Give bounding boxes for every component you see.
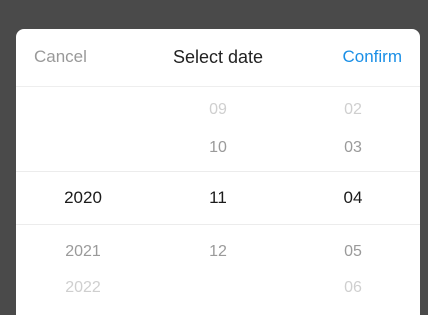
confirm-button[interactable]: Confirm bbox=[342, 47, 402, 67]
month-option-selected[interactable]: 11 bbox=[151, 188, 285, 208]
month-option[interactable]: 12 bbox=[151, 242, 285, 262]
day-option[interactable]: 05 bbox=[286, 242, 420, 262]
day-option[interactable]: 02 bbox=[286, 100, 420, 120]
year-option-selected[interactable]: 2020 bbox=[16, 188, 150, 208]
day-option[interactable]: 06 bbox=[286, 278, 420, 298]
month-option[interactable]: 09 bbox=[151, 100, 285, 120]
picker-header: Cancel Select date Confirm bbox=[16, 29, 420, 87]
month-wheel[interactable]: 09 10 11 12 bbox=[151, 87, 285, 315]
month-option[interactable]: 10 bbox=[151, 138, 285, 158]
day-option-selected[interactable]: 04 bbox=[286, 188, 420, 208]
year-option[interactable]: 2021 bbox=[16, 242, 150, 262]
day-wheel[interactable]: 02 03 04 05 06 bbox=[286, 87, 420, 315]
date-picker-sheet: Cancel Select date Confirm 2020 2021 202… bbox=[16, 29, 420, 315]
year-option[interactable]: 2022 bbox=[16, 278, 150, 298]
date-wheel-picker: 2020 2021 2022 09 10 11 12 02 03 04 05 0… bbox=[16, 87, 420, 315]
year-wheel[interactable]: 2020 2021 2022 bbox=[16, 87, 150, 315]
day-option[interactable]: 03 bbox=[286, 138, 420, 158]
